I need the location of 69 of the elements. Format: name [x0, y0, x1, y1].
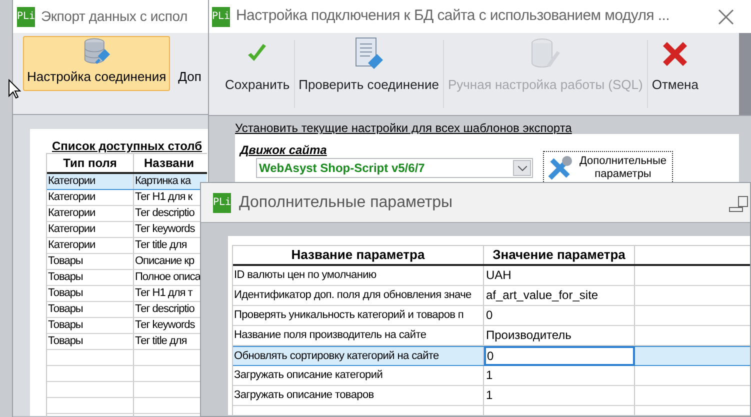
document-plug-icon [354, 37, 384, 71]
app-logo: PLi [17, 6, 35, 26]
table-cell: Категории [47, 174, 134, 189]
table-cell: Производитель [484, 326, 635, 345]
table-row[interactable]: ID валюты цен по умолчанию UAH [233, 266, 750, 286]
table-cell-text: Полное описа [134, 270, 202, 285]
column-header: Значение параметра [484, 246, 635, 264]
app-logo: PLi [212, 6, 230, 26]
toolbar-button[interactable]: Доп [174, 36, 206, 91]
maximize-icon[interactable] [738, 196, 748, 207]
table-cell-text: Картинка ка [134, 174, 192, 189]
toolbar-button[interactable]: Проверить соединение [294, 33, 443, 115]
table-cell-text: Тег descriptio [134, 206, 196, 221]
table-cell-text: Тег H1 для т [134, 286, 194, 301]
toolbar-button[interactable]: Сохранить [221, 33, 294, 115]
table-row[interactable]: Проверять уникальность категорий и товаров п 0 [233, 306, 750, 326]
table-row[interactable]: Идентификатор доп. поля для обновления значе af_art_value_for_site [233, 286, 750, 306]
minimize-icon[interactable] [729, 207, 743, 212]
column-header: Названи [143, 155, 195, 172]
table-title: Список доступных столб [51, 138, 203, 153]
table-cell-text: Тег keywords [134, 222, 196, 237]
table-row[interactable]: Категории Картинка ка [47, 174, 207, 190]
window-title: Настройка подключения к БД сайта с использованием модуля ... [236, 6, 670, 26]
table-row[interactable]: Загружать описание категорий 1 [233, 366, 750, 386]
cursor-icon [8, 79, 22, 99]
window-title: Экпорт данных с испол [41, 7, 188, 26]
table-cell-text: Тег keywords [134, 318, 196, 333]
table-cell: Идентификатор доп. поля для обновления значе [233, 286, 484, 305]
table-cell: Проверять уникальность категорий и товаров п [233, 306, 484, 325]
caret-icon [518, 166, 526, 170]
table-cell: Загружать описание категорий [233, 366, 484, 385]
app-logo: PLi [213, 192, 231, 212]
table-cell: Товары [47, 270, 134, 285]
extra-params-button[interactable]: Дополнительные параметры [543, 151, 673, 184]
toolbar-button[interactable]: Настройка соединения [23, 36, 170, 91]
value-input[interactable]: 0 [484, 346, 635, 366]
table-cell: UAH [484, 266, 635, 285]
table-cell: Товары [47, 334, 134, 349]
column-header: Название параметра [233, 246, 484, 264]
toolbar-button[interactable]: Отмена [648, 33, 702, 115]
table-cell: Категории [47, 222, 134, 237]
table-row[interactable]: Обновлять сортировку категорий на сайте 0 [233, 346, 750, 366]
table-cell-text: Тег H1 для к [134, 190, 194, 205]
table-cell-text: Тег descriptio [134, 302, 196, 317]
table-row[interactable]: Загружать описание товаров 1 [233, 386, 750, 406]
table-cell: Категории [47, 190, 134, 205]
close-icon [717, 8, 735, 26]
column-header: Тип поля [47, 154, 134, 172]
tools-icon [546, 154, 574, 182]
engine-dropdown[interactable]: WebAsyst Shop-Script v5/6/7 [256, 158, 533, 178]
section-label: Движок сайта [240, 143, 327, 157]
table-cell-text: Описание кр [134, 254, 196, 269]
table-cell: ID валюты цен по умолчанию [233, 266, 484, 285]
table-cell: Название поля производитель на сайте [233, 326, 484, 345]
table-cell: Категории [47, 206, 134, 221]
table-cell: Загружать описание товаров [233, 386, 484, 405]
table-cell-text: Тег title для [134, 334, 188, 349]
table-cell: af_art_value_for_site [484, 286, 635, 305]
table-cell: Товары [47, 302, 134, 317]
table-cell-text: Тег title для [134, 238, 188, 253]
table-cell: Товары [47, 254, 134, 269]
window-title: Дополнительные параметры [239, 192, 453, 212]
apply-link[interactable]: Установить текущие настройки для всех шаблонов экспорта [235, 119, 751, 133]
table-cell: Товары [47, 318, 134, 333]
table-cell: 1 [484, 386, 635, 405]
table-cell: 0 [484, 306, 635, 325]
table-cell: 1 [484, 366, 635, 385]
table-cell: Категории [47, 238, 134, 253]
table-cell: Товары [47, 286, 134, 301]
